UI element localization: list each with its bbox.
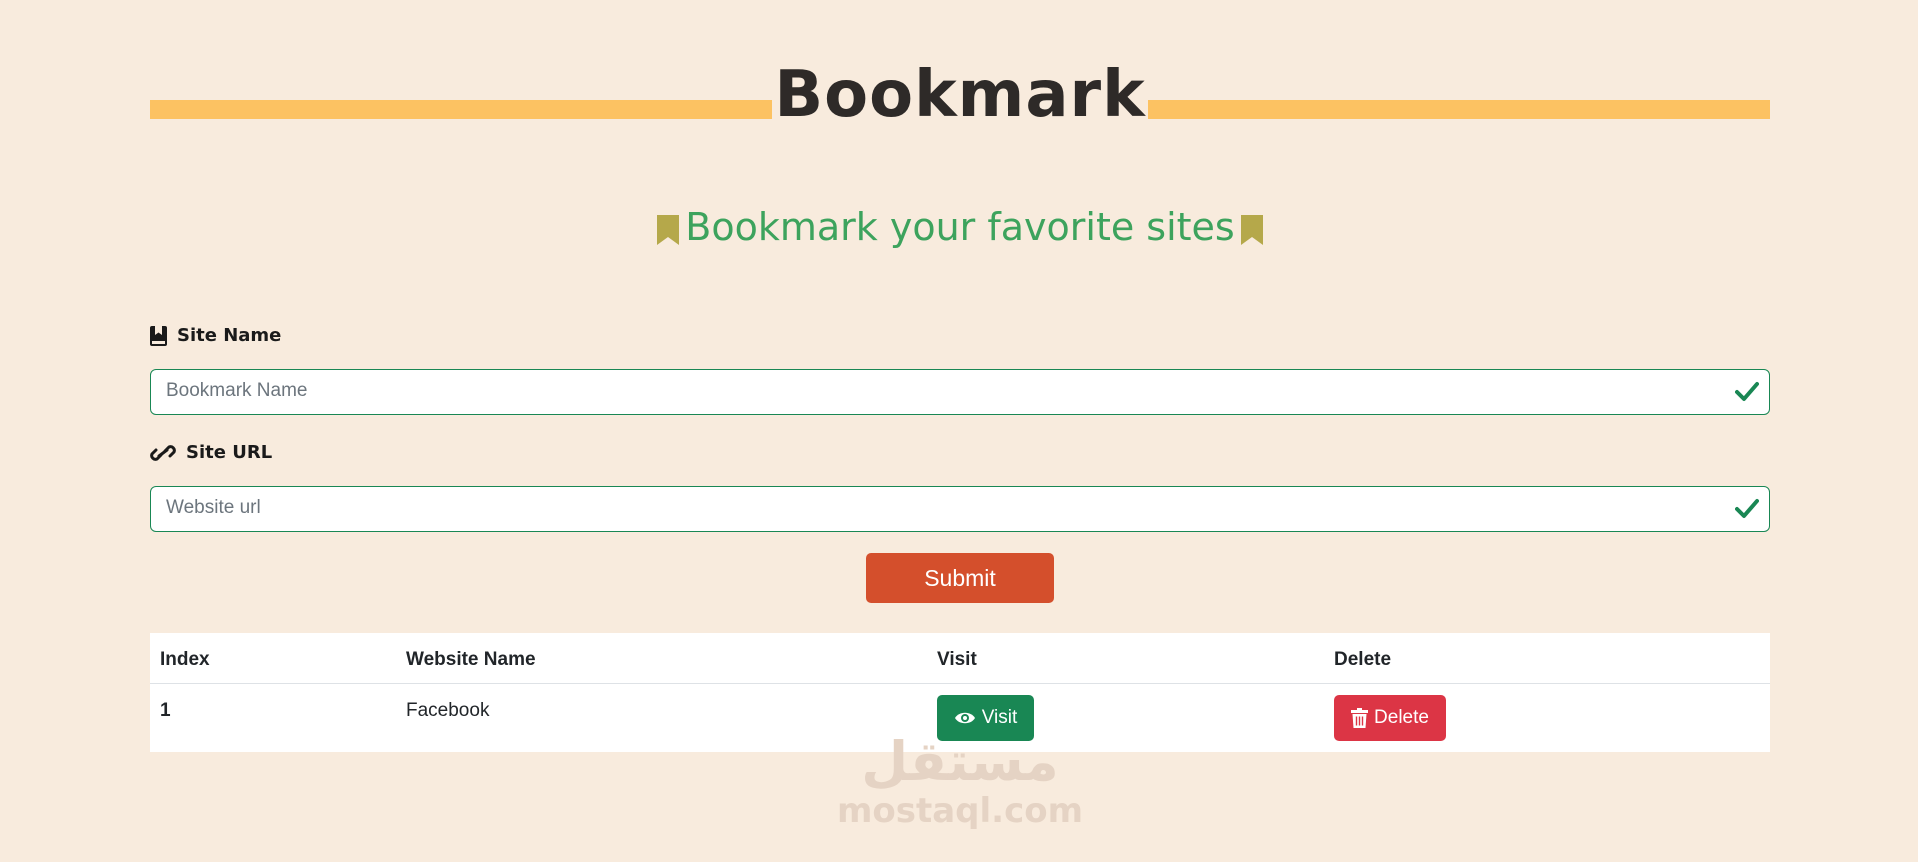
trash-icon bbox=[1351, 708, 1369, 728]
subtitle: Bookmark your favorite sites bbox=[150, 202, 1770, 252]
check-icon bbox=[1735, 499, 1759, 518]
bookmark-icon bbox=[1240, 214, 1263, 245]
eye-icon bbox=[954, 712, 975, 724]
visit-button-label: Visit bbox=[981, 707, 1018, 728]
delete-button[interactable]: Delete bbox=[1334, 695, 1446, 741]
site-url-input[interactable] bbox=[151, 487, 1721, 529]
site-name-label-text: Site Name bbox=[177, 325, 282, 346]
page-header: Bookmark bbox=[150, 58, 1770, 132]
row-index: 1 bbox=[160, 700, 171, 721]
site-url-label: Site URL bbox=[150, 441, 272, 465]
column-header-delete: Delete bbox=[1334, 649, 1392, 670]
row-divider bbox=[150, 683, 1770, 684]
site-name-input[interactable] bbox=[151, 370, 1721, 412]
site-url-label-text: Site URL bbox=[186, 442, 273, 463]
watermark: مستقل mostaql.com bbox=[820, 730, 1100, 830]
site-name-field[interactable] bbox=[150, 369, 1770, 415]
page-title: Bookmark bbox=[772, 58, 1148, 132]
delete-button-label: Delete bbox=[1374, 707, 1429, 728]
site-url-field[interactable] bbox=[150, 486, 1770, 532]
bookmark-icon bbox=[657, 214, 680, 245]
watermark-latin: mostaql.com bbox=[836, 791, 1084, 831]
link-icon bbox=[150, 445, 176, 461]
column-header-index: Index bbox=[160, 649, 210, 670]
watermark-arabic: مستقل bbox=[861, 730, 1059, 793]
book-bookmark-icon bbox=[150, 326, 167, 346]
site-name-label: Site Name bbox=[150, 324, 281, 348]
check-icon bbox=[1735, 382, 1759, 401]
submit-button[interactable]: Submit bbox=[866, 553, 1054, 603]
subtitle-text: Bookmark your favorite sites bbox=[685, 205, 1235, 249]
column-header-website-name: Website Name bbox=[406, 649, 536, 670]
row-website-name: Facebook bbox=[406, 700, 490, 721]
column-header-visit: Visit bbox=[937, 649, 977, 670]
